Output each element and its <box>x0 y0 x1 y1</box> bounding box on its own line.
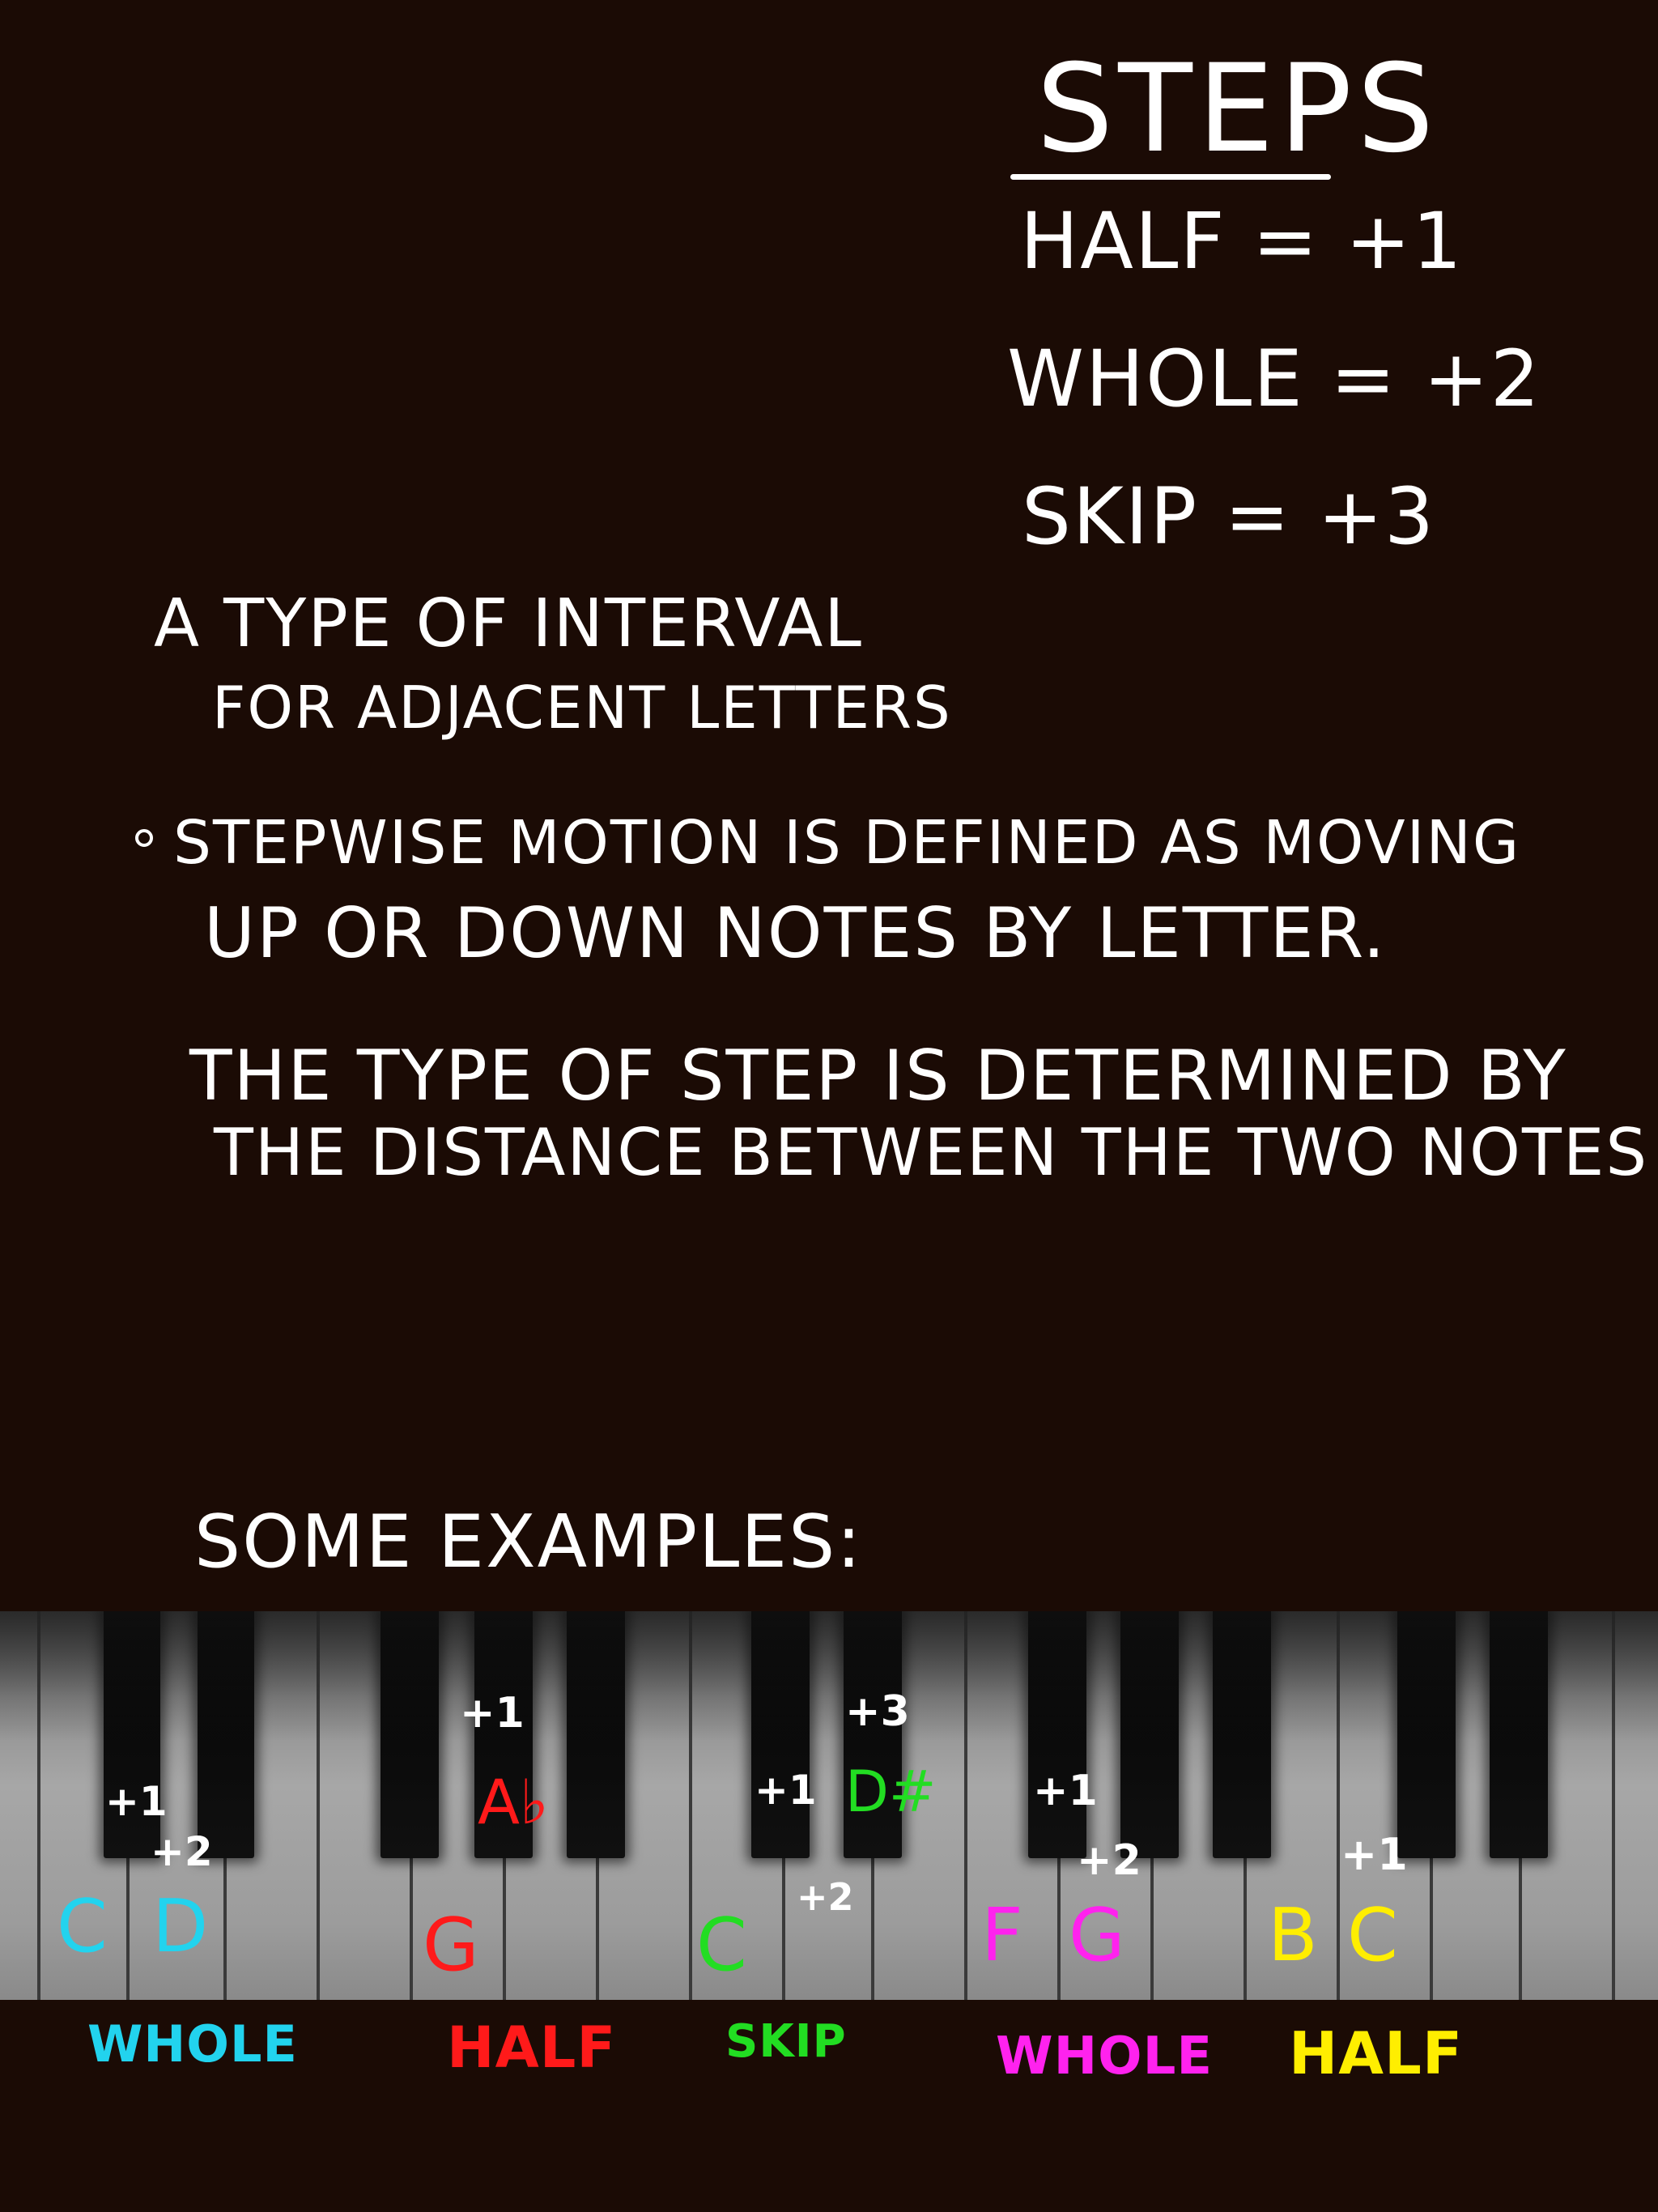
piano-black-key <box>1120 1611 1179 1858</box>
steps-title: STEPS <box>1036 39 1439 180</box>
half-step-definition: HALF = +1 <box>1020 196 1464 287</box>
intro-line-2: FOR ADJACENT LETTERS <box>212 674 952 742</box>
piano-white-key <box>0 1611 40 2000</box>
piano-black-key <box>751 1611 810 1858</box>
skip-definition: SKIP = +3 <box>1022 471 1436 562</box>
example-5-interval-1: +1 <box>1341 1829 1408 1880</box>
example-2-note-g: G <box>423 1903 479 1988</box>
example-3-interval-2: +2 <box>797 1875 854 1919</box>
paragraph-line-2: THE DISTANCE BETWEEN THE TWO NOTES <box>214 1115 1649 1190</box>
piano-black-key <box>567 1611 625 1858</box>
piano-keyboard <box>0 1611 1658 2000</box>
example-5-note-b: B <box>1268 1893 1318 1978</box>
piano-black-key <box>1490 1611 1548 1858</box>
steps-title-underline <box>1010 174 1331 180</box>
example-3-interval-1: +1 <box>755 1767 817 1814</box>
example-5-note-c: C <box>1347 1893 1398 1978</box>
example-2-note-a-flat: A♭ <box>478 1766 549 1838</box>
whole-step-definition: WHOLE = +2 <box>1007 334 1541 424</box>
example-4-label: WHOLE <box>996 2027 1214 2087</box>
example-2-label: HALF <box>447 2014 617 2081</box>
examples-heading: SOME EXAMPLES: <box>194 1499 863 1585</box>
example-3-interval-3: +3 <box>845 1687 910 1736</box>
bullet-line-1: STEPWISE MOTION IS DEFINED AS MOVING <box>173 808 1521 878</box>
paragraph-line-1: THE TYPE OF STEP IS DETERMINED BY <box>189 1036 1567 1117</box>
bullet-line-2: UP OR DOWN NOTES BY LETTER. <box>204 893 1387 974</box>
example-5-label: HALF <box>1289 2019 1464 2087</box>
example-2-interval-1: +1 <box>460 1689 525 1738</box>
example-1-interval-1: +1 <box>105 1778 168 1825</box>
piano-black-key <box>1397 1611 1456 1858</box>
example-4-interval-1: +1 <box>1033 1767 1098 1815</box>
example-3-note-c: C <box>696 1903 747 1988</box>
example-4-interval-2: +2 <box>1077 1836 1141 1885</box>
example-4-note-f: F <box>981 1893 1023 1978</box>
piano-black-key <box>198 1611 254 1858</box>
example-4-note-g: G <box>1069 1893 1125 1978</box>
piano-black-key <box>1028 1611 1086 1858</box>
example-1-note-c: C <box>57 1884 108 1969</box>
bullet-point-icon <box>135 829 153 847</box>
piano-black-key <box>1213 1611 1271 1858</box>
example-1-label: WHOLE <box>87 2014 298 2074</box>
piano-black-key <box>380 1611 439 1858</box>
example-3-label: SKIP <box>725 2015 847 2068</box>
example-3-note-d-sharp: D# <box>845 1759 937 1825</box>
piano-white-key <box>1615 1611 1658 2000</box>
intro-line-1: A TYPE OF INTERVAL <box>154 585 863 662</box>
example-1-note-d: D <box>152 1884 209 1969</box>
example-1-interval-2: +2 <box>151 1828 213 1875</box>
